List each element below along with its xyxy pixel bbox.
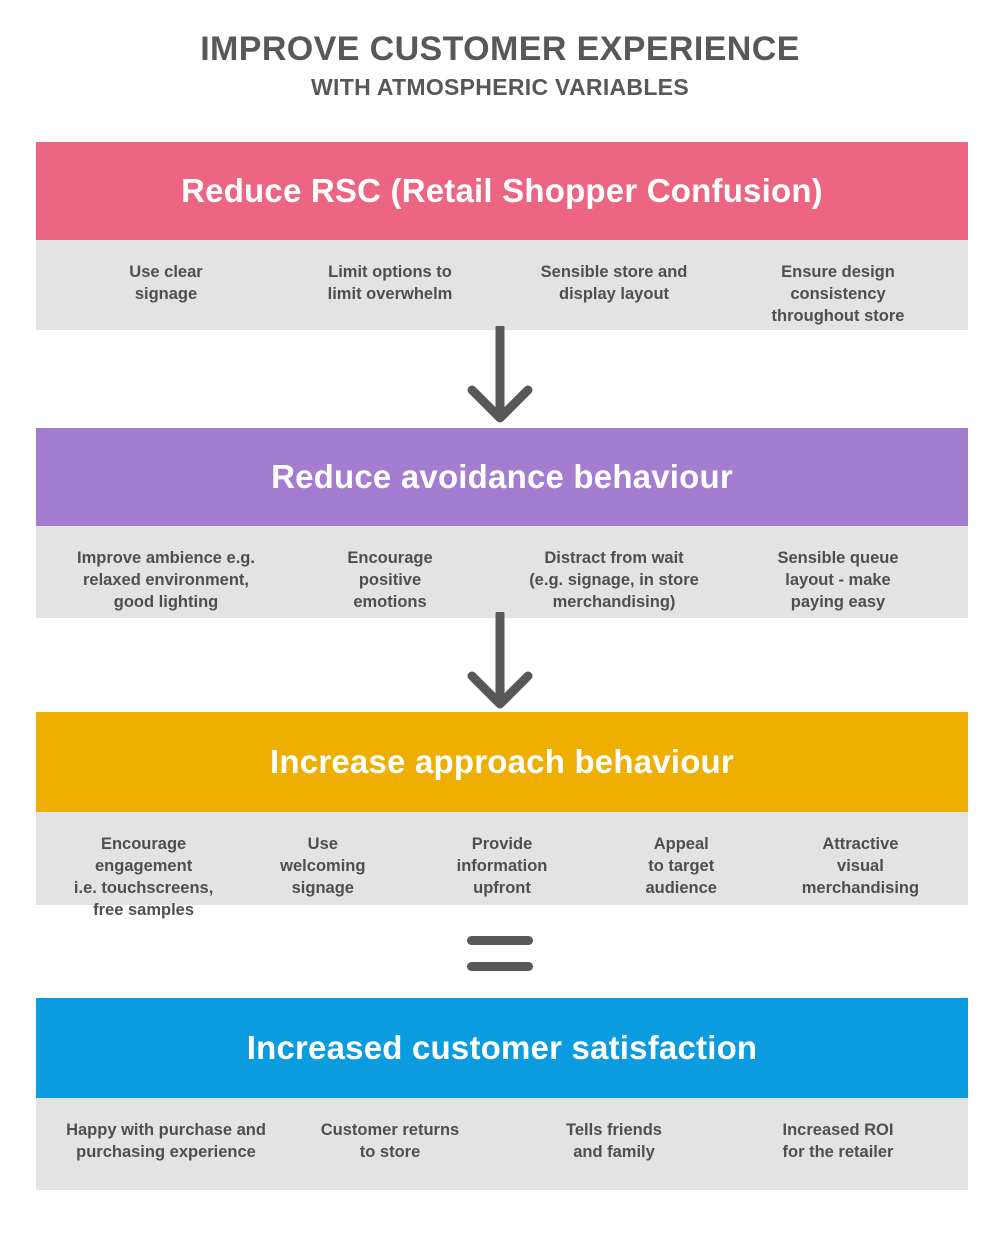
section-items-row-increase-approach-behaviour: Encourage engagement i.e. touchscreens, … <box>36 812 968 919</box>
connector-arrow-rsc-to-avoidance <box>0 326 1000 424</box>
section-items-row-increased-customer-satisfaction: Happy with purchase and purchasing exper… <box>36 1098 968 1190</box>
infographic-canvas: Improve Customer Experience With Atmosph… <box>0 0 1000 1240</box>
section-increase-approach-behaviour: Increase approach behaviour Encourage en… <box>36 712 968 919</box>
section-item: Attractive visual merchandising <box>801 835 920 897</box>
page-title: Improve Customer Experience With Atmosph… <box>0 30 1000 101</box>
section-increased-customer-satisfaction: Increased customer satisfaction Happy wi… <box>36 998 968 1190</box>
section-items-row-reduce-avoidance-behaviour: Improve ambience e.g. relaxed environmen… <box>36 526 968 618</box>
section-heading: Increase approach behaviour <box>270 742 734 780</box>
section-reduce-rsc: Reduce RSC (Retail Shopper Confusion) Us… <box>36 142 968 330</box>
section-item: Use clear signage <box>129 263 203 303</box>
down-arrow-icon <box>467 612 533 709</box>
section-item: Increased ROI for the retailer <box>782 1121 894 1161</box>
equals-bar-top <box>467 936 533 945</box>
section-reduce-avoidance-behaviour: Reduce avoidance behaviour Improve ambie… <box>36 428 968 618</box>
section-item: Encourage positive emotions <box>347 549 433 611</box>
section-header-band-increase-approach-behaviour: Increase approach behaviour <box>36 712 968 812</box>
section-item: Sensible store and display layout <box>540 263 688 303</box>
section-item: Customer returns to store <box>320 1121 460 1161</box>
section-header-band-reduce-rsc: Reduce RSC (Retail Shopper Confusion) <box>36 142 968 240</box>
connector-arrow-avoidance-to-approach <box>0 612 1000 710</box>
title-subtitle: With Atmospheric Variables <box>311 74 689 101</box>
section-header-band-reduce-avoidance-behaviour: Reduce avoidance behaviour <box>36 428 968 526</box>
section-item: Distract from wait (e.g. signage, in sto… <box>529 549 699 611</box>
down-arrow-icon <box>467 326 533 423</box>
section-item: Provide information upfront <box>456 835 548 897</box>
section-item: Encourage engagement i.e. touchscreens, … <box>73 835 214 919</box>
section-item: Tells friends and family <box>566 1121 662 1161</box>
section-item: Ensure design consistency throughout sto… <box>771 263 905 325</box>
section-item: Appeal to target audience <box>645 835 717 897</box>
section-heading: Increased customer satisfaction <box>246 1028 758 1066</box>
equals-bar-bottom <box>467 962 533 971</box>
section-item: Happy with purchase and purchasing exper… <box>66 1121 266 1161</box>
section-heading: Reduce RSC (Retail Shopper Confusion) <box>181 171 823 209</box>
connector-equals-approach-to-satisfaction <box>0 936 1000 971</box>
section-item: Use welcoming signage <box>280 835 366 897</box>
section-item: Limit options to limit overwhelm <box>327 263 453 303</box>
section-items-row-reduce-rsc: Use clear signage Limit options to limit… <box>36 240 968 330</box>
section-item: Improve ambience e.g. relaxed environmen… <box>77 549 255 611</box>
section-heading: Reduce avoidance behaviour <box>271 457 733 495</box>
title-main: Improve Customer Experience <box>200 30 800 68</box>
section-item: Sensible queue layout - make paying easy <box>777 549 899 611</box>
section-header-band-increased-customer-satisfaction: Increased customer satisfaction <box>36 998 968 1098</box>
